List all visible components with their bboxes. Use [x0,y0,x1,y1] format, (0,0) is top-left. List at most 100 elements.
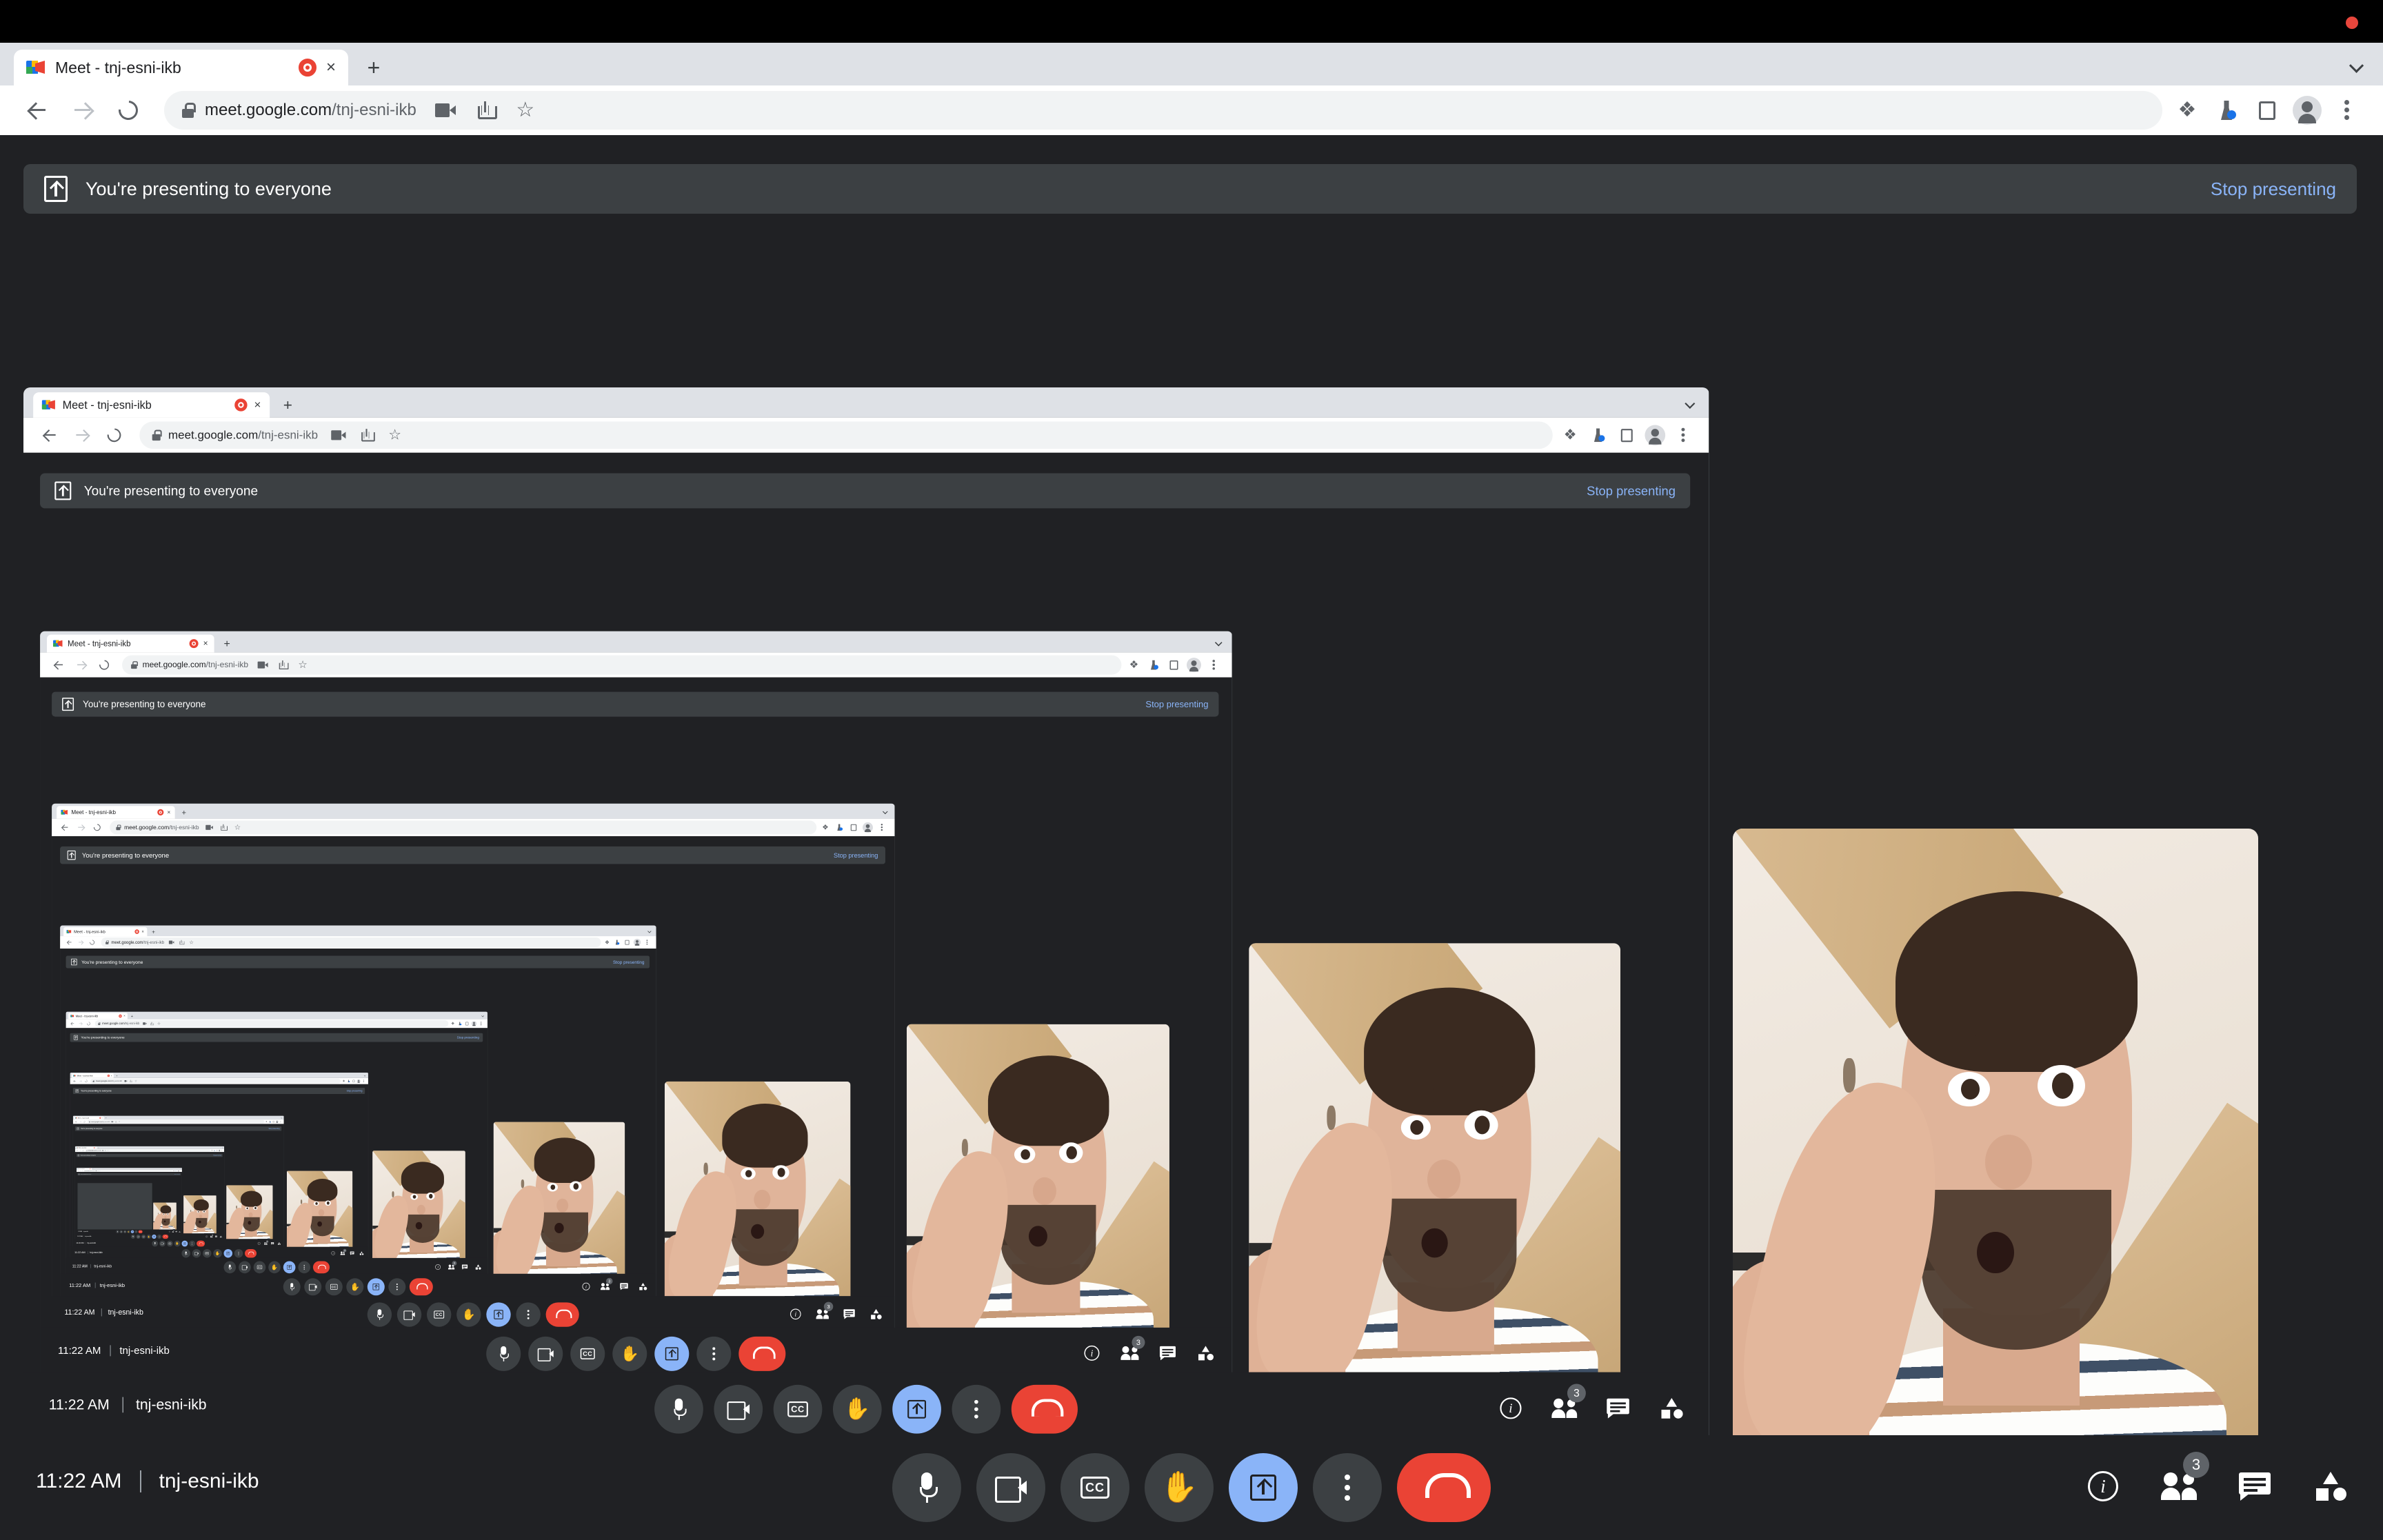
leave-call-button[interactable] [162,1234,169,1239]
participant-tile[interactable]: François Beaufort [286,1171,353,1258]
present-now-button[interactable] [892,1384,941,1434]
present-now-button[interactable] [1229,1453,1298,1522]
share-button[interactable] [467,92,503,128]
leave-call-button[interactable] [312,1261,330,1274]
browser-menu-button[interactable] [643,938,652,947]
profile-button[interactable] [861,821,874,833]
activities-button[interactable] [475,1264,482,1270]
more-options-button[interactable] [952,1384,1001,1434]
chat-button[interactable] [271,1242,274,1245]
meeting-details-button[interactable]: i [168,1230,170,1233]
chat-button[interactable] [619,1281,629,1291]
shared-screen-region[interactable]: Meet - tnj-esni-ikb × + meet.google.com/tnj… [72,1115,284,1259]
share-button[interactable] [128,1079,133,1084]
microphone-button[interactable] [367,1302,392,1327]
captions-button[interactable]: CC [253,1261,266,1274]
bookmark-button[interactable]: ☆ [507,92,543,128]
leave-call-button[interactable] [738,1336,786,1371]
reload-button[interactable] [86,1020,92,1027]
chat-button[interactable] [350,1250,354,1255]
new-tab-button[interactable]: + [105,1117,107,1119]
leave-call-button[interactable] [1397,1453,1491,1522]
tab-close-button[interactable]: × [141,929,144,934]
shared-screen-region[interactable]: Meet - tnj-esni-ikb × + meet.google.com/tnj… [74,1146,225,1247]
stop-presenting-button[interactable]: Stop presenting [174,1174,180,1175]
shared-screen-region[interactable]: Meet - tnj-esni-ikb × + meet.google.com/tnj… [23,387,1709,1526]
activities-button[interactable] [1658,1395,1686,1422]
raise-hand-button[interactable]: ✋ [1145,1453,1214,1522]
shared-screen-region[interactable]: Meet - tnj-esni-ikb × + meet.google.com/tnj… [76,1168,182,1239]
captions-button[interactable]: CC [1060,1453,1129,1522]
shared-screen-region[interactable] [77,1183,152,1234]
chat-button[interactable] [1605,1395,1632,1422]
activities-button[interactable] [179,1230,181,1233]
microphone-button[interactable] [130,1234,136,1239]
share-button[interactable] [354,423,379,448]
stop-presenting-button[interactable]: Stop presenting [268,1128,279,1130]
reload-button[interactable] [101,422,128,449]
leave-call-button[interactable] [245,1248,257,1258]
tab-search-button[interactable] [481,1014,485,1017]
show-everyone-button[interactable]: 3 [340,1248,347,1255]
forward-button[interactable] [78,1079,83,1084]
browser-menu-button[interactable] [1671,423,1696,448]
address-bar[interactable]: meet.google.com/tnj-esni-ikb ☆ [94,1020,449,1027]
new-tab-button[interactable]: + [130,1014,134,1018]
chat-button[interactable] [2235,1467,2274,1506]
captions-button[interactable]: CC [773,1384,823,1434]
camera-button[interactable] [159,1240,165,1247]
share-button[interactable] [148,1020,154,1026]
raise-hand-button[interactable]: ✋ [213,1248,222,1258]
tab-close-button[interactable]: × [326,59,336,76]
show-everyone-button[interactable]: 3 [448,1261,457,1270]
participant-tile[interactable]: François Beaufort [372,1151,465,1274]
activities-button[interactable] [639,1281,648,1291]
new-tab-button[interactable]: + [150,929,157,935]
profile-button[interactable] [633,938,642,947]
forward-button[interactable] [79,1149,82,1152]
captions-button[interactable]: CC [325,1278,343,1296]
stop-presenting-button[interactable]: Stop presenting [347,1090,363,1093]
profile-button[interactable] [471,1020,477,1026]
back-button[interactable] [65,938,74,947]
reload-button[interactable] [83,1120,86,1124]
forward-button[interactable] [72,656,91,675]
tab-search-button[interactable] [647,929,653,935]
show-everyone-button[interactable]: 3 [210,1234,214,1238]
microphone-button[interactable] [283,1278,301,1296]
labs-button[interactable] [456,1020,463,1026]
present-now-button[interactable] [486,1302,511,1327]
labs-button[interactable] [1586,423,1611,448]
extensions-button[interactable]: ❖ [341,1079,346,1084]
leave-call-button[interactable] [197,1240,205,1247]
browser-tab[interactable]: Meet - tnj-esni-ikb × [57,806,175,819]
profile-button[interactable] [356,1079,361,1084]
raise-hand-button[interactable]: ✋ [456,1302,481,1327]
raise-hand-button[interactable]: ✋ [146,1234,151,1239]
browser-menu-button[interactable] [361,1079,366,1084]
tab-close-button[interactable]: × [95,1147,96,1148]
tab-search-button[interactable] [363,1074,366,1077]
labs-button[interactable] [1145,656,1163,674]
show-everyone-button[interactable]: 3 [172,1230,174,1233]
address-bar[interactable]: meet.google.com/tnj-esni-ikb ☆ [122,655,1122,675]
camera-button[interactable] [714,1384,763,1434]
captions-button[interactable]: CC [202,1248,212,1258]
browser-menu-button[interactable] [279,1120,283,1124]
camera-button[interactable] [304,1278,322,1296]
raise-hand-button[interactable]: ✋ [346,1278,364,1296]
address-bar[interactable]: meet.google.com/tnj-esni-ikb ☆ [101,938,601,948]
back-button[interactable] [74,1120,78,1124]
share-button[interactable] [114,1120,118,1124]
shared-screen-region[interactable]: Meet - tnj-esni-ikb × + meet.google.com/tnj… [66,1011,488,1297]
present-now-button[interactable] [283,1261,296,1274]
raise-hand-button[interactable]: ✋ [174,1240,181,1247]
labs-button[interactable] [833,821,845,833]
side-panel-button[interactable] [2249,92,2285,128]
show-everyone-button[interactable]: 3 [600,1277,613,1291]
bookmark-button[interactable]: ☆ [107,1149,109,1151]
address-bar[interactable]: meet.google.com/tnj-esni-ikb ☆ [87,1119,265,1124]
microphone-button[interactable] [654,1384,703,1434]
meeting-details-button[interactable]: i [257,1242,261,1245]
share-button[interactable] [177,938,186,947]
